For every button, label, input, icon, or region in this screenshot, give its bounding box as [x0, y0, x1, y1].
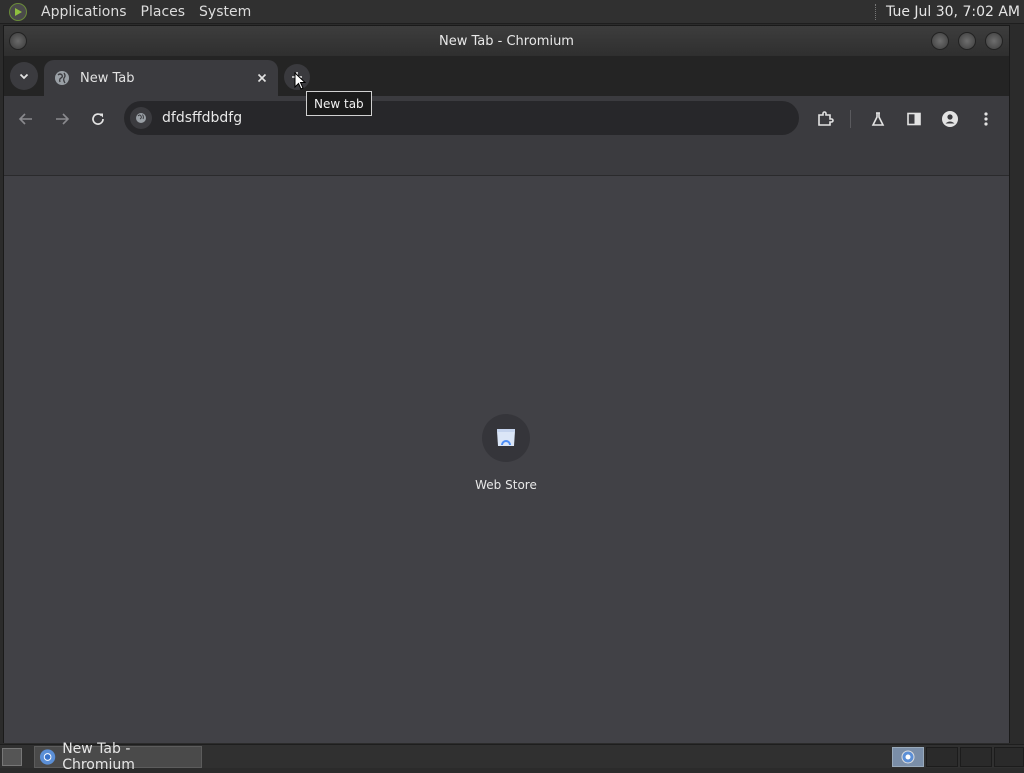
- minimize-button[interactable]: [931, 32, 949, 50]
- taskbar-item-label: New Tab - Chromium: [62, 741, 135, 773]
- workspace-3[interactable]: [960, 747, 992, 767]
- window-titlebar[interactable]: New Tab - Chromium: [4, 26, 1009, 56]
- shortcut-label: Web Store: [475, 478, 537, 492]
- shortcut-web-store[interactable]: Web Store: [466, 414, 546, 504]
- applications-menu[interactable]: Applications: [34, 0, 134, 24]
- tab-strip: New Tab: [4, 56, 1009, 96]
- tab-new-tab[interactable]: New Tab: [44, 60, 278, 96]
- side-panel-icon: [907, 112, 921, 126]
- site-info-icon[interactable]: [130, 107, 152, 129]
- globe-icon: [55, 71, 69, 85]
- close-icon: [257, 73, 267, 83]
- close-window-button[interactable]: [985, 32, 1003, 50]
- back-button[interactable]: [12, 105, 40, 133]
- forward-arrow-icon: [56, 113, 70, 125]
- distro-logo-icon[interactable]: [9, 2, 27, 21]
- flask-icon: [871, 112, 885, 126]
- shortcut-tile[interactable]: [482, 414, 530, 462]
- side-panel-button[interactable]: [900, 105, 928, 133]
- new-tab-tooltip: New tab: [306, 91, 372, 116]
- window-title: New Tab - Chromium: [439, 33, 574, 49]
- back-arrow-icon: [18, 113, 32, 125]
- show-desktop-button[interactable]: [2, 748, 22, 766]
- profile-button[interactable]: [936, 105, 964, 133]
- chromium-icon: [39, 749, 56, 765]
- new-tab-page: Web Store: [4, 176, 1009, 743]
- bottom-panel: New Tab - Chromium: [0, 741, 1024, 773]
- workspace-2[interactable]: [926, 747, 958, 767]
- reload-button[interactable]: [84, 105, 112, 133]
- toolbar-separator: [850, 110, 851, 128]
- top-panel: Applications Places System Tue Jul 30, 7…: [0, 0, 1024, 24]
- menu-button[interactable]: [972, 105, 1000, 133]
- maximize-button[interactable]: [958, 32, 976, 50]
- toolbar: dfdsffdbdfg: [4, 96, 1009, 142]
- workspace-1[interactable]: [892, 747, 924, 767]
- avatar-icon: [942, 111, 958, 127]
- extensions-button[interactable]: [811, 105, 839, 133]
- forward-button[interactable]: [48, 105, 76, 133]
- labs-button[interactable]: [864, 105, 892, 133]
- taskbar-item-chromium[interactable]: New Tab - Chromium: [34, 741, 202, 773]
- kebab-menu-icon: [984, 112, 988, 126]
- tab-search-button[interactable]: [10, 62, 38, 90]
- workspace-4[interactable]: [994, 747, 1024, 767]
- reload-icon: [92, 113, 104, 125]
- puzzle-icon: [818, 111, 834, 126]
- mouse-cursor-icon: [294, 72, 307, 90]
- tab-title: New Tab: [80, 70, 135, 86]
- chevron-down-icon: [19, 73, 29, 80]
- web-store-icon: [497, 429, 515, 446]
- tab-close-button[interactable]: [252, 68, 272, 88]
- system-menu[interactable]: System: [192, 0, 258, 24]
- address-bar[interactable]: dfdsffdbdfg: [124, 101, 799, 135]
- bookmarks-bar: [4, 142, 1009, 176]
- clock[interactable]: Tue Jul 30, 7:02 AM: [886, 4, 1020, 20]
- browser-window: New Tab - Chromium New Tab dfdsffdbdfg W…: [3, 25, 1010, 743]
- window-menu-button[interactable]: [9, 32, 27, 50]
- panel-grip: [875, 3, 878, 20]
- address-input[interactable]: dfdsffdbdfg: [162, 110, 242, 126]
- places-menu[interactable]: Places: [134, 0, 193, 24]
